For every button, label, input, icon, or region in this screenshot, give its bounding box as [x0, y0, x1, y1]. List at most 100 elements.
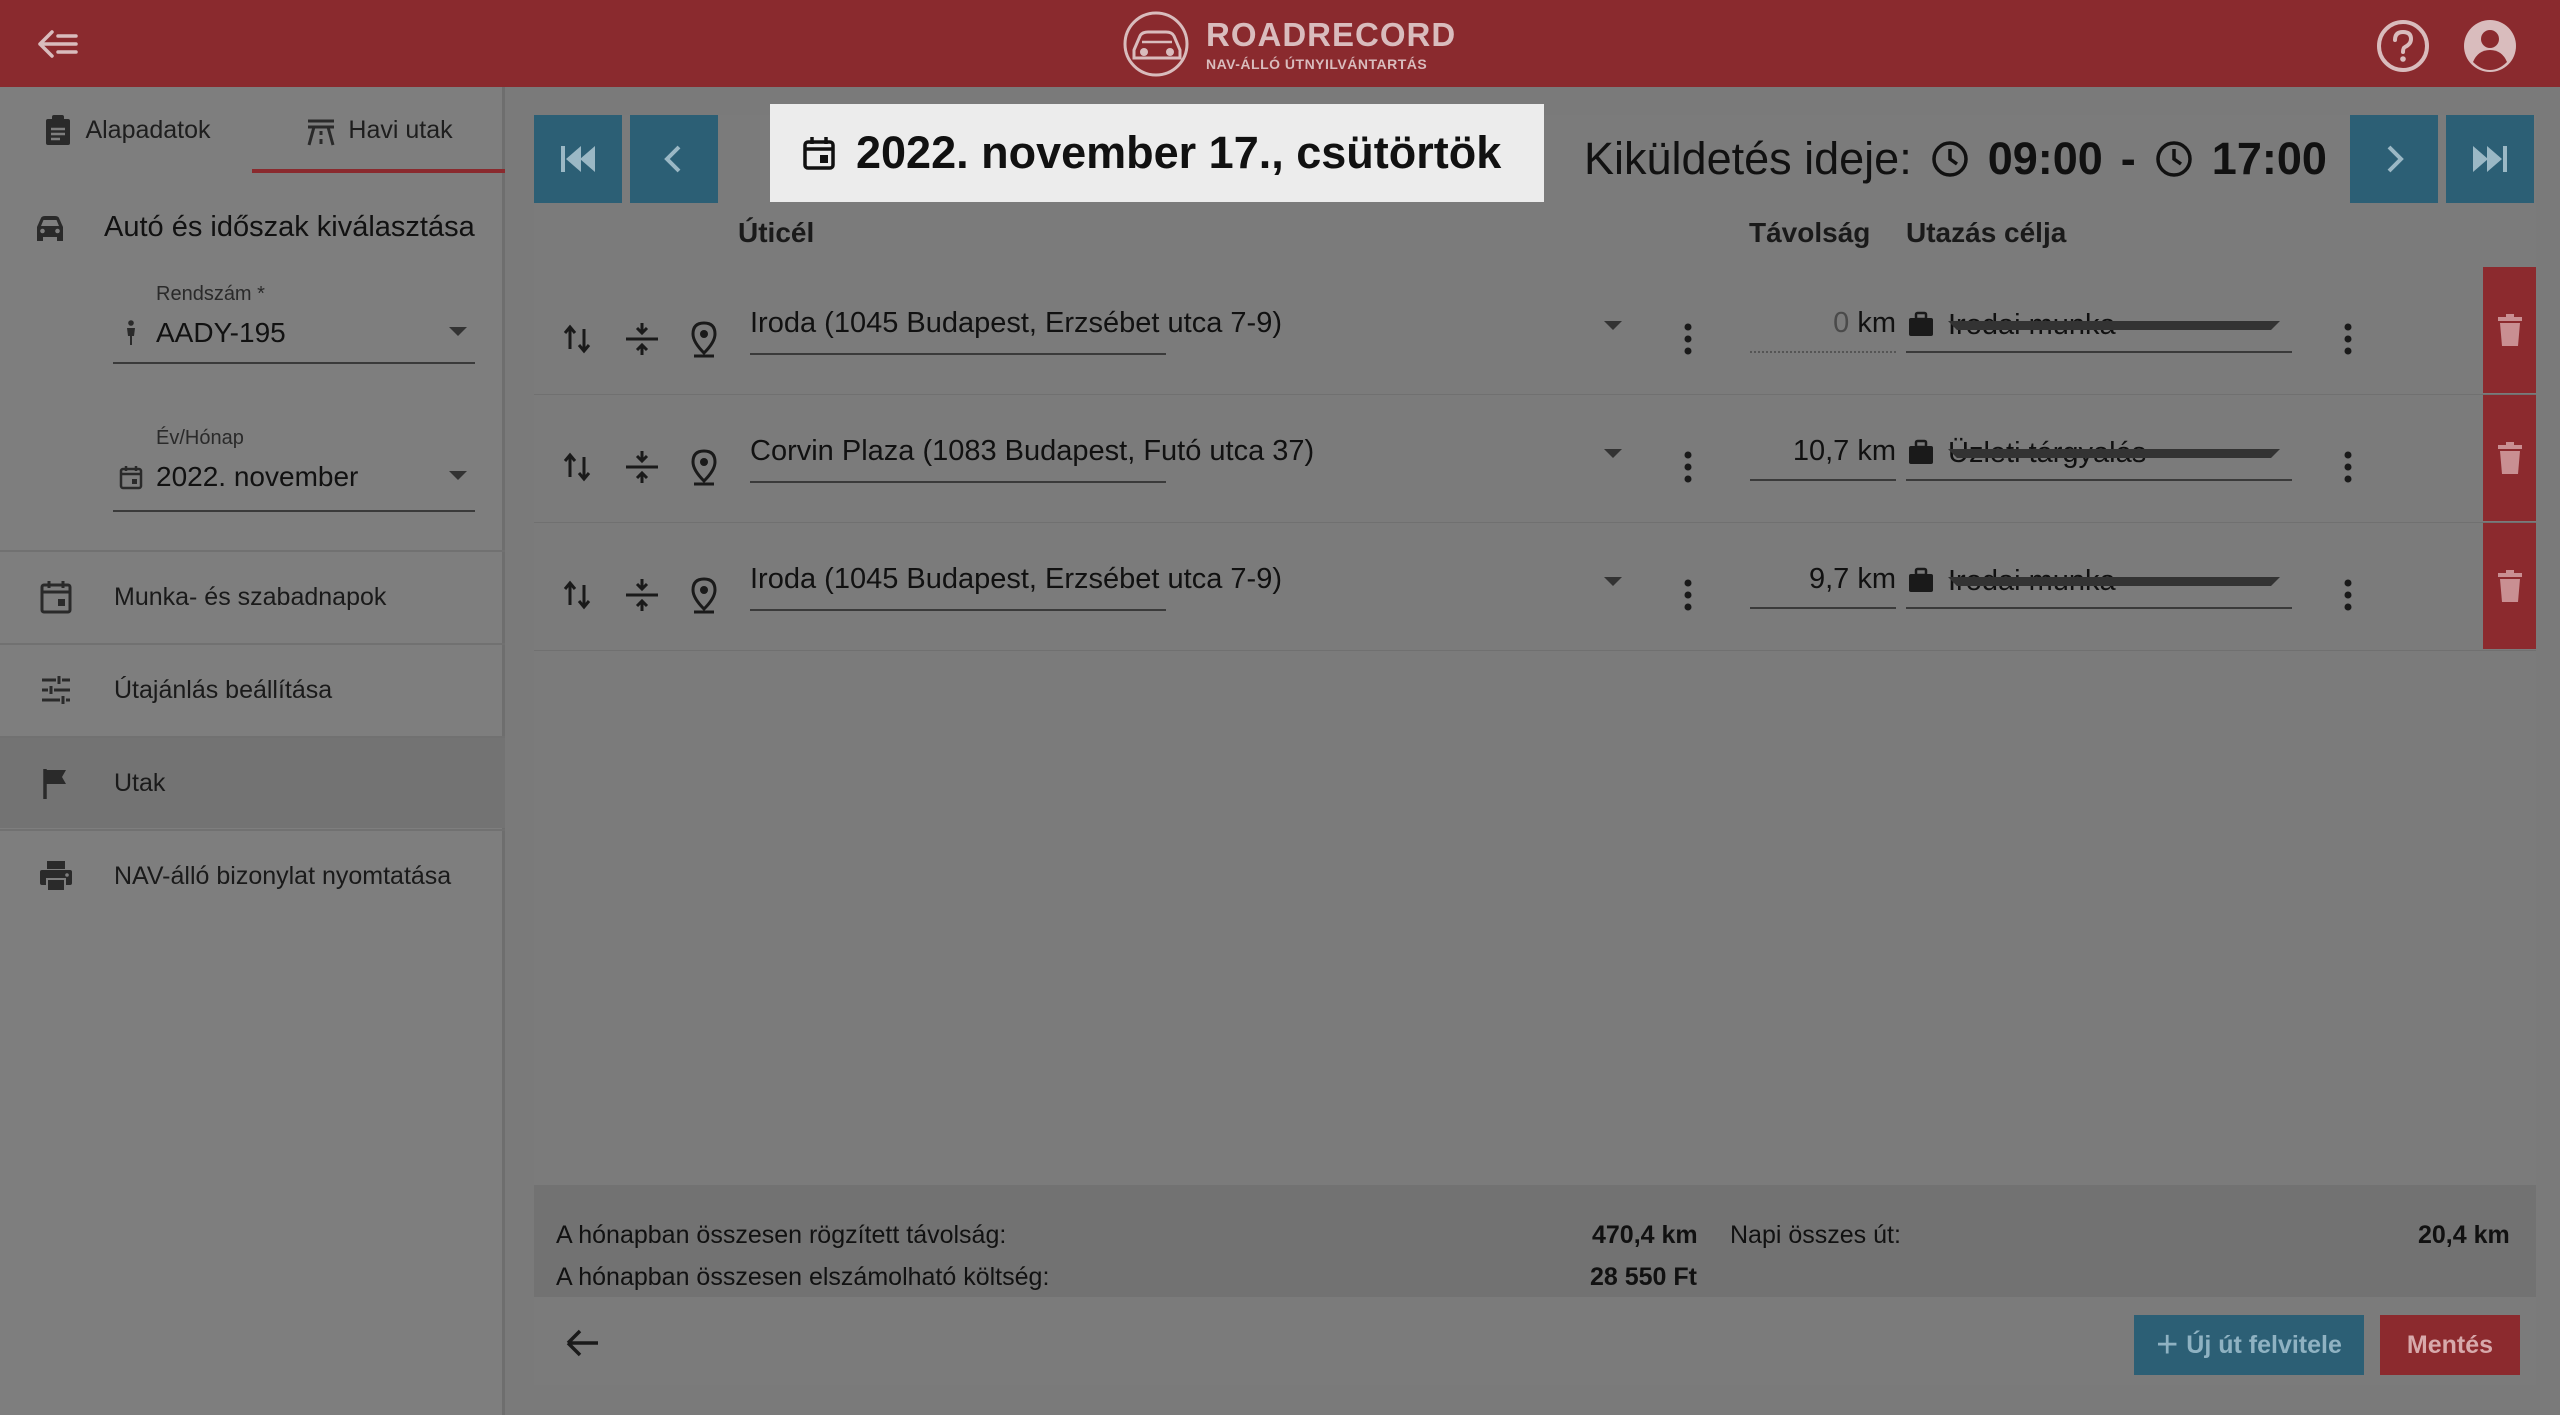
chevron-left-icon — [664, 145, 681, 173]
destination-select[interactable]: Corvin Plaza (1083 Budapest, Futó utca 3… — [750, 431, 1622, 481]
delete-trip-button[interactable] — [2483, 523, 2536, 649]
distance-field[interactable]: 10,7 km — [1750, 431, 1896, 481]
account-circle-icon[interactable] — [2462, 18, 2518, 74]
clock-icon — [2156, 141, 2192, 177]
total-distance-label: A hónapban összesen rögzített távolság: — [556, 1221, 1007, 1249]
tab-label: Havi utak — [348, 115, 453, 144]
destination-value: Iroda (1045 Budapest, Erzsébet utca 7-9) — [750, 307, 1282, 339]
purpose-select[interactable]: Irodai munka — [1906, 303, 2292, 353]
sidebar-item-label: Útajánlás beállítása — [114, 675, 333, 704]
sidebar-item-label: NAV-álló bizonylat nyomtatása — [114, 861, 452, 890]
chevron-down-icon — [1948, 577, 2280, 586]
more-vertical-icon[interactable] — [1682, 447, 1694, 487]
purpose-select[interactable]: Irodai munka — [1906, 559, 2292, 609]
duty-time-separator: - — [2120, 133, 2136, 184]
tune-icon — [42, 676, 70, 704]
next-day-button[interactable] — [2350, 115, 2438, 203]
plate-select[interactable]: Rendszám * AADY-195 — [113, 283, 475, 364]
trash-icon — [2497, 570, 2522, 602]
previous-day-button[interactable] — [630, 115, 718, 203]
briefcase-icon — [1909, 311, 1933, 336]
distance-unit: km — [1857, 307, 1896, 339]
column-purpose: Utazás célja — [1906, 217, 2067, 248]
destination-select[interactable]: Iroda (1045 Budapest, Erzsébet utca 7-9) — [750, 303, 1622, 353]
more-vertical-icon[interactable] — [2342, 575, 2354, 615]
flag-icon — [43, 769, 66, 799]
swap-vertical-icon[interactable] — [557, 447, 597, 487]
map-marker-icon[interactable] — [684, 575, 724, 615]
sidebar: Alapadatok Havi utak Autó és időszak kiv… — [0, 87, 505, 1415]
column-distance: Távolság — [1749, 217, 1871, 248]
destination-select[interactable]: Iroda (1045 Budapest, Erzsébet utca 7-9) — [750, 559, 1622, 609]
last-day-button[interactable] — [2446, 115, 2534, 203]
road-icon — [307, 119, 335, 146]
insert-between-icon[interactable] — [622, 447, 662, 487]
total-distance-value: 470,4 km — [1592, 1221, 1698, 1249]
distance-unit: km — [1857, 563, 1896, 595]
monthly-summary: A hónapban összesen rögzített távolság: … — [534, 1185, 2536, 1297]
panel-footer: + Új út felvitele Mentés — [534, 1297, 2536, 1385]
distance-value: 0 — [1833, 307, 1858, 339]
map-marker-icon[interactable] — [684, 447, 724, 487]
chevron-down-icon — [1604, 577, 1622, 586]
map-marker-icon[interactable] — [684, 319, 724, 359]
swap-vertical-icon[interactable] — [557, 575, 597, 615]
trash-icon — [2497, 314, 2522, 346]
duty-end-time[interactable]: 17:00 — [2212, 133, 2327, 185]
add-trip-button[interactable]: + Új út felvitele — [2134, 1315, 2364, 1375]
chevron-right-icon — [2387, 145, 2404, 173]
sidebar-item-label: Utak — [114, 768, 166, 797]
trash-icon — [2497, 442, 2522, 474]
month-select[interactable]: Év/Hónap 2022. november — [113, 427, 475, 512]
briefcase-icon — [1909, 439, 1933, 464]
trips-panel: 2022. november 17., csütörtök Kiküldetés… — [534, 104, 2536, 1385]
help-circle-icon[interactable] — [2375, 18, 2431, 74]
delete-trip-button[interactable] — [2483, 395, 2536, 521]
chevron-down-icon — [449, 327, 467, 336]
daily-total-value: 20,4 km — [2418, 1221, 2510, 1249]
tab-alapadatok[interactable]: Alapadatok — [0, 87, 252, 173]
section-title: Autó és időszak kiválasztása — [30, 207, 475, 247]
first-day-button[interactable] — [534, 115, 622, 203]
distance-unit: km — [1857, 435, 1896, 467]
duty-time-label: Kiküldetés ideje: — [1584, 133, 1912, 184]
insert-between-icon[interactable] — [622, 319, 662, 359]
current-date-text: 2022. november 17., csütörtök — [856, 127, 1502, 178]
section-title-text: Autó és időszak kiválasztása — [104, 210, 475, 243]
distance-field[interactable]: 9,7 km — [1750, 559, 1896, 609]
chevron-down-icon — [449, 471, 467, 480]
destination-underline — [750, 609, 1166, 611]
more-vertical-icon[interactable] — [1682, 575, 1694, 615]
duty-start-time[interactable]: 09:00 — [1988, 133, 2103, 185]
chevron-down-icon — [1604, 449, 1622, 458]
arrow-left-icon[interactable] — [562, 1325, 602, 1361]
tab-havi-utak[interactable]: Havi utak — [252, 87, 505, 173]
sidebar-item-print[interactable]: NAV-álló bizonylat nyomtatása — [0, 829, 505, 921]
arrow-left-icon[interactable] — [36, 24, 80, 64]
brand-logo[interactable]: ROADRECORD NAV-ÁLLÓ ÚTNYILVÁNTARTÁS — [1120, 6, 1456, 82]
sidebar-item-trips[interactable]: Utak — [0, 736, 505, 828]
more-vertical-icon[interactable] — [1682, 319, 1694, 359]
more-vertical-icon[interactable] — [2342, 447, 2354, 487]
sidebar-item-workdays[interactable]: Munka- és szabadnapok — [0, 550, 505, 642]
purpose-select[interactable]: Üzleti tárgyalás — [1906, 431, 2292, 481]
sidebar-item-trip-suggestion[interactable]: Útajánlás beállítása — [0, 643, 505, 735]
delete-trip-button[interactable] — [2483, 267, 2536, 393]
more-vertical-icon[interactable] — [2342, 319, 2354, 359]
swap-vertical-icon[interactable] — [557, 319, 597, 359]
printer-icon — [40, 861, 72, 892]
month-label: Év/Hónap — [156, 427, 244, 449]
distance-field[interactable]: 0 km — [1750, 303, 1896, 353]
daily-total-label: Napi összes út: — [1730, 1221, 1901, 1249]
sidebar-item-label: Munka- és szabadnapok — [114, 582, 387, 611]
column-destination: Úticél — [738, 217, 815, 248]
car-logo-icon — [1123, 11, 1189, 77]
save-button[interactable]: Mentés — [2380, 1315, 2520, 1375]
car-icon — [37, 216, 63, 241]
skip-first-icon — [561, 146, 595, 172]
trip-row: Iroda (1045 Budapest, Erzsébet utca 7-9)… — [534, 267, 2536, 395]
destination-value: Iroda (1045 Budapest, Erzsébet utca 7-9) — [750, 563, 1282, 595]
chevron-down-icon — [1948, 449, 2280, 458]
current-date[interactable]: 2022. november 17., csütörtök — [770, 104, 1544, 202]
insert-between-icon[interactable] — [622, 575, 662, 615]
